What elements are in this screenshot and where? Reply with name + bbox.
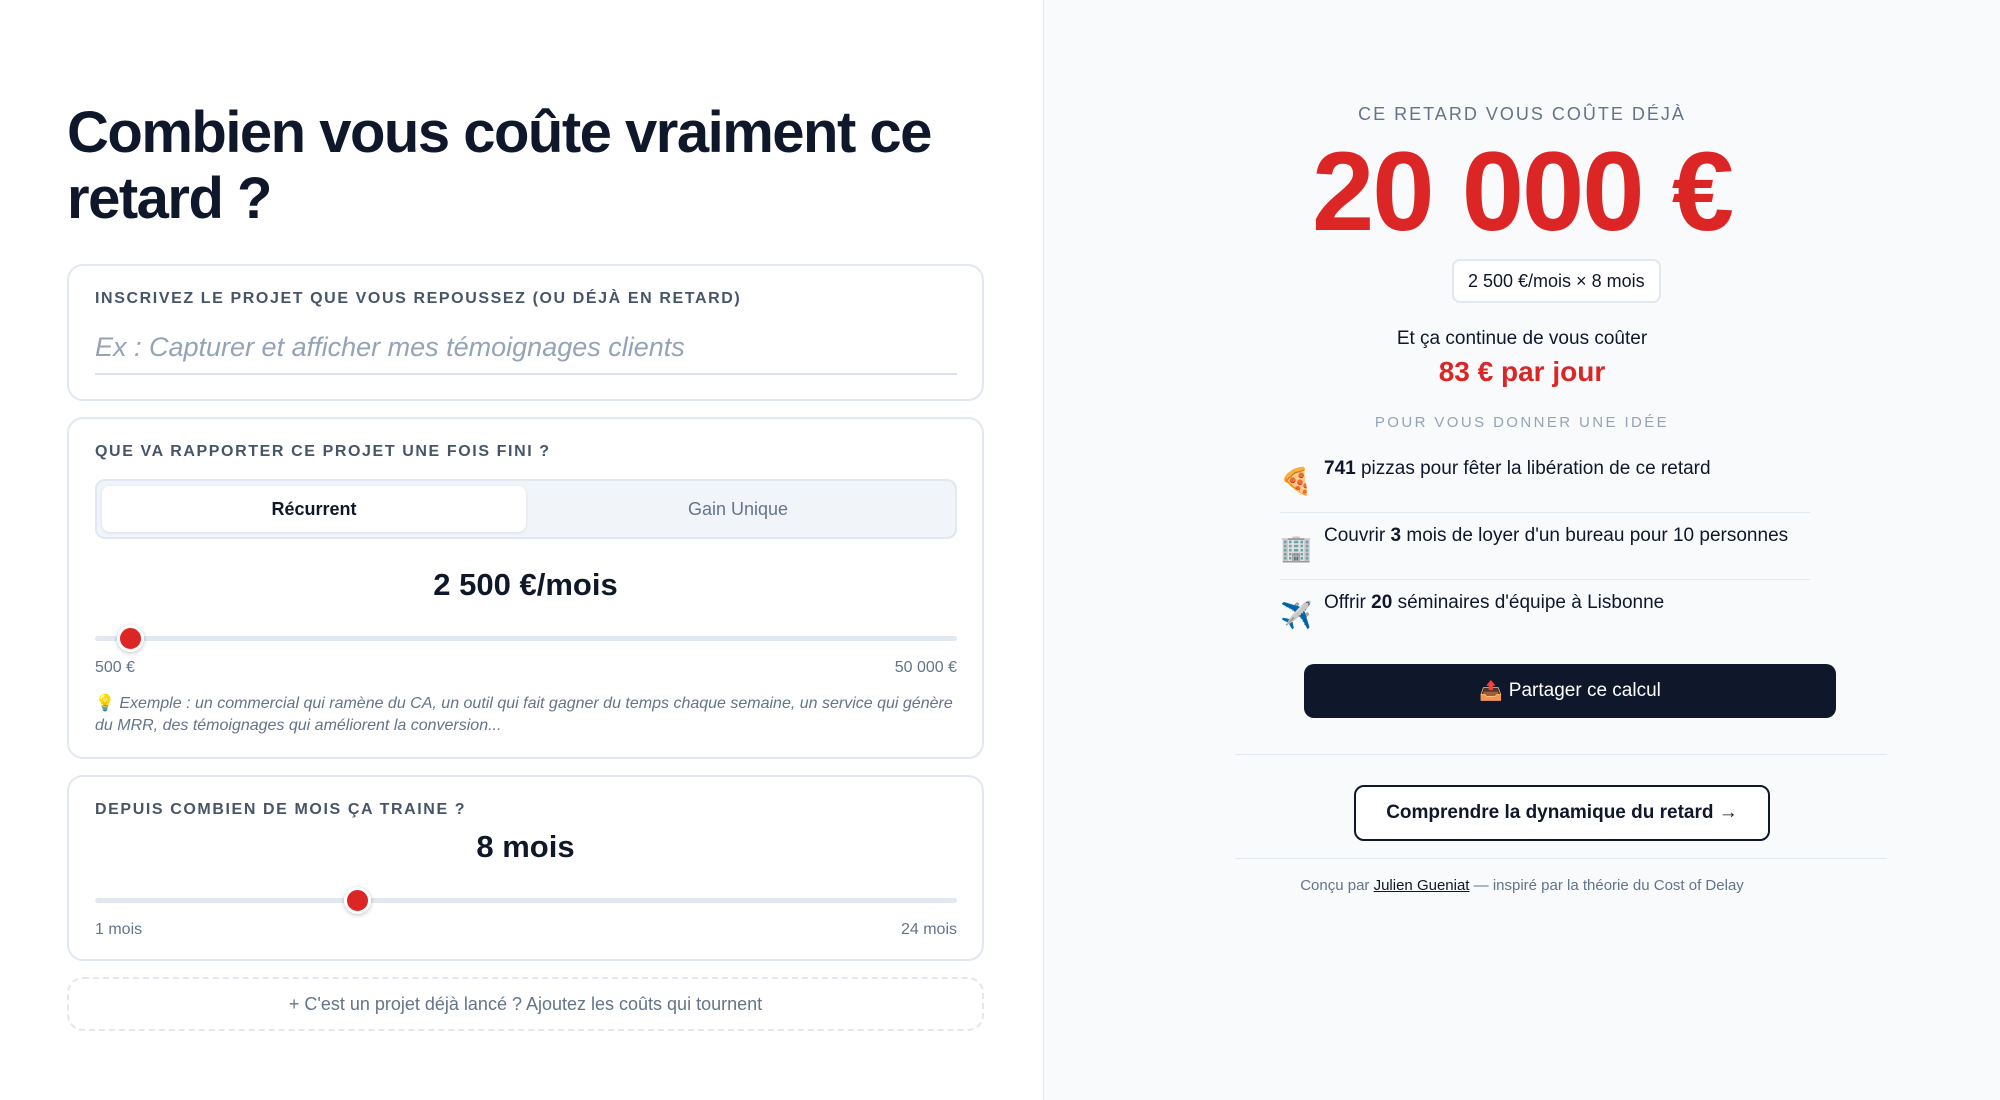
delay-slider-track[interactable] bbox=[95, 898, 957, 903]
comparison-label: POUR VOUS DONNER UNE IDÉE bbox=[1374, 414, 1670, 431]
revenue-hint: 💡 Exemple : un commercial qui ramène du … bbox=[95, 693, 965, 737]
project-label: INSCRIVEZ LE PROJET QUE VOUS REPOUSSEZ (… bbox=[95, 290, 742, 307]
revenue-card: QUE VA RAPPORTER CE PROJET UNE FOIS FINI… bbox=[67, 417, 984, 759]
calculator-panel: Combien vous coûte vraiment ce retard ? … bbox=[0, 0, 1044, 1100]
revenue-value: 2 500 €/mois bbox=[433, 567, 618, 602]
delay-slider-thumb[interactable] bbox=[344, 887, 372, 914]
revenue-slider-range: 500 € 50 000 € bbox=[95, 659, 957, 677]
cost-amount: 20 000 € bbox=[1312, 129, 1734, 254]
delay-slider-range: 1 mois 24 mois bbox=[95, 921, 957, 939]
learn-dynamics-button[interactable]: Comprendre la dynamique du retard → bbox=[1354, 785, 1770, 841]
delay-slider[interactable] bbox=[95, 885, 957, 915]
divider bbox=[1235, 754, 1887, 755]
list-item: 🏢 Couvrir 3 mois de loyer d'un bureau po… bbox=[1280, 513, 1810, 580]
comparison-text: Couvrir 3 mois de loyer d'un bureau pour… bbox=[1324, 525, 1789, 546]
comparison-text: 741 pizzas pour fêter la libération de c… bbox=[1324, 458, 1711, 479]
revenue-slider-track[interactable] bbox=[95, 636, 957, 641]
revenue-slider-max-label: 50 000 € bbox=[894, 659, 957, 676]
project-input[interactable] bbox=[95, 328, 957, 375]
delay-label: DEPUIS COMBIEN DE MOIS ÇA TRAINE ? bbox=[95, 801, 467, 818]
lightbulb-icon: 💡 bbox=[95, 695, 115, 712]
result-eyebrow: CE RETARD VOUS COÛTE DÉJÀ bbox=[1358, 104, 1686, 124]
revenue-slider[interactable] bbox=[95, 623, 957, 653]
list-item: ✈️ Offrir 20 séminaires d'équipe à Lisbo… bbox=[1280, 580, 1810, 647]
project-card: INSCRIVEZ LE PROJET QUE VOUS REPOUSSEZ (… bbox=[67, 264, 984, 401]
toggle-one-time[interactable]: Gain Unique bbox=[526, 486, 950, 532]
revenue-slider-min-label: 500 € bbox=[95, 659, 136, 676]
pizza-icon: 🍕 bbox=[1280, 466, 1313, 496]
toggle-recurrent[interactable]: Récurrent bbox=[102, 486, 526, 532]
office-building-icon: 🏢 bbox=[1280, 533, 1313, 563]
cost-per-day: 83 € par jour bbox=[1438, 356, 1606, 387]
comparison-text: Offrir 20 séminaires d'équipe à Lisbonne bbox=[1324, 592, 1665, 613]
revenue-label: QUE VA RAPPORTER CE PROJET UNE FOIS FINI… bbox=[95, 443, 551, 460]
revenue-type-toggle: Récurrent Gain Unique bbox=[95, 479, 957, 539]
share-button[interactable]: 📤 Partager ce calcul bbox=[1304, 664, 1836, 718]
add-running-costs-button[interactable]: + C'est un projet déjà lancé ? Ajoutez l… bbox=[67, 977, 984, 1031]
author-link[interactable]: Julien Gueniat bbox=[1374, 877, 1470, 894]
delay-slider-min-label: 1 mois bbox=[95, 921, 143, 938]
share-button-label: Partager ce calcul bbox=[1508, 680, 1661, 701]
credit-line: Conçu par Julien Gueniat — inspiré par l… bbox=[1300, 877, 1744, 894]
list-item: 🍕 741 pizzas pour fêter la libération de… bbox=[1280, 446, 1810, 513]
delay-slider-max-label: 24 mois bbox=[900, 921, 957, 938]
delay-card: DEPUIS COMBIEN DE MOIS ÇA TRAINE ? 8 moi… bbox=[67, 775, 984, 961]
cost-formula-badge: 2 500 €/mois × 8 mois bbox=[1452, 259, 1661, 303]
comparison-list: 🍕 741 pizzas pour fêter la libération de… bbox=[1280, 446, 1810, 647]
airplane-icon: ✈️ bbox=[1280, 600, 1313, 630]
outbox-tray-icon: 📤 bbox=[1479, 681, 1503, 702]
delay-value: 8 mois bbox=[476, 829, 575, 864]
revenue-hint-text: Exemple : un commercial qui ramène du CA… bbox=[95, 695, 953, 734]
divider bbox=[1235, 858, 1887, 859]
revenue-slider-thumb[interactable] bbox=[116, 625, 144, 652]
result-panel: CE RETARD VOUS COÛTE DÉJÀ 20 000 € 2 500… bbox=[1044, 0, 2000, 1100]
page-title: Combien vous coûte vraiment ce retard ? bbox=[67, 100, 932, 231]
continue-text: Et ça continue de vous coûter bbox=[1396, 328, 1648, 349]
